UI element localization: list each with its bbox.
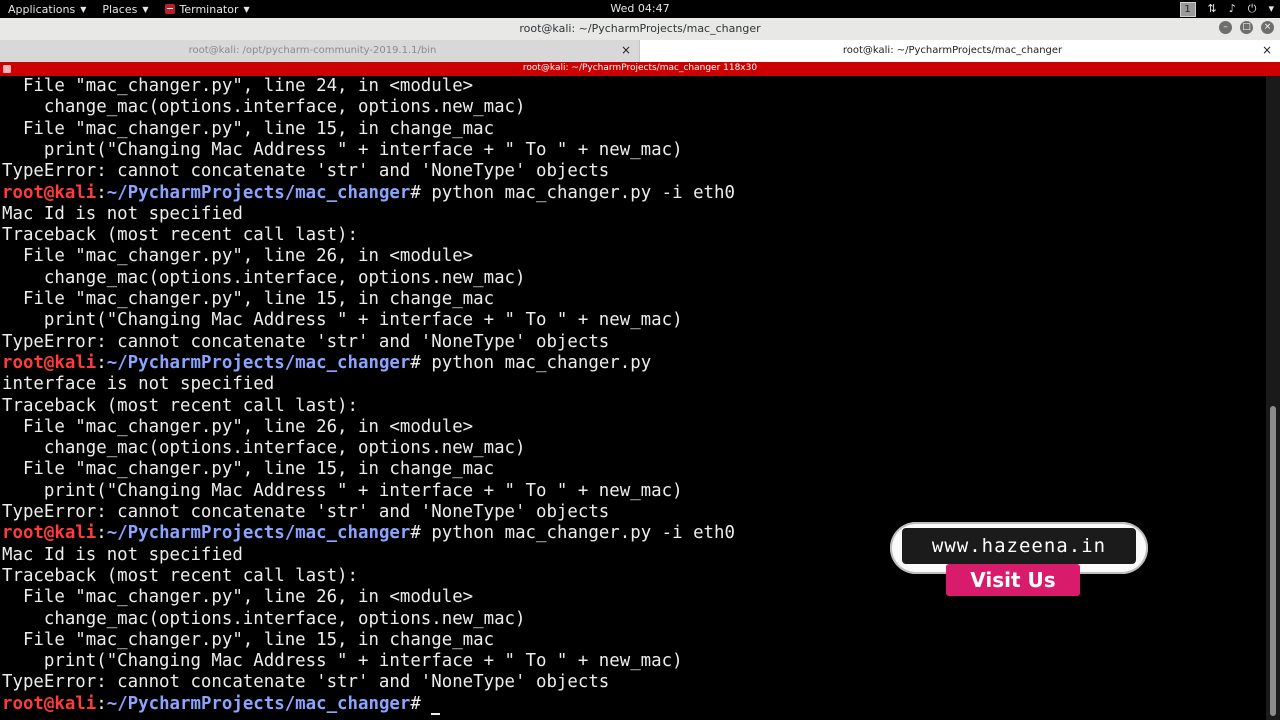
- output-line: print("Changing Mac Address " + interfac…: [2, 480, 683, 501]
- watermark-url: www.hazeena.in: [902, 528, 1136, 564]
- output-line: TypeError: cannot concatenate 'str' and …: [2, 161, 610, 182]
- places-label: Places: [102, 2, 138, 16]
- watermark-cta: Visit Us: [946, 564, 1080, 596]
- terminal-icon: [164, 4, 175, 14]
- output-line: File "mac_changer.py", line 26, in <modu…: [2, 246, 474, 267]
- tab-bar: root@kali: /opt/pycharm-community-2019.1…: [0, 40, 1280, 62]
- chevron-down-icon[interactable]: ▾: [1268, 0, 1274, 18]
- power-icon[interactable]: ⏻: [1248, 0, 1257, 18]
- prompt-user: root@kali: [2, 352, 97, 373]
- prompt-user: root@kali: [2, 182, 97, 203]
- terminal-title-strip[interactable]: root@kali: ~/PycharmProjects/mac_changer…: [0, 62, 1280, 76]
- volume-icon[interactable]: ♪: [1229, 0, 1236, 18]
- tab-label: root@kali: /opt/pycharm-community-2019.1…: [188, 45, 437, 56]
- prompt-hash: #: [410, 693, 421, 714]
- output-line: File "mac_changer.py", line 15, in chang…: [2, 118, 495, 139]
- output-line: print("Changing Mac Address " + interfac…: [2, 310, 683, 331]
- terminal-scrollbar[interactable]: [1266, 76, 1280, 720]
- prompt-path: ~/PycharmProjects/mac_changer: [106, 693, 411, 714]
- applications-menu[interactable]: Applications ▼: [0, 0, 94, 18]
- prompt-colon: :: [96, 693, 107, 714]
- output-line: Mac Id is not specified: [2, 203, 243, 224]
- prompt-path: ~/PycharmProjects/mac_changer: [106, 523, 411, 544]
- terminator-label: Terminator: [179, 2, 239, 16]
- output-line: File "mac_changer.py", line 15, in chang…: [2, 289, 495, 309]
- output-line: Mac Id is not specified: [2, 544, 243, 565]
- scrollbar-thumb[interactable]: [1270, 406, 1276, 716]
- prompt-user: root@kali: [2, 523, 97, 544]
- output-line: File "mac_changer.py", line 26, in <modu…: [2, 416, 474, 437]
- output-line: File "mac_changer.py", line 15, in chang…: [2, 459, 495, 480]
- prompt-line: root@kali:~/PycharmProjects/mac_changer#…: [2, 353, 651, 374]
- window-titlebar[interactable]: root@kali: ~/PycharmProjects/mac_changer…: [0, 18, 1280, 40]
- output-line: File "mac_changer.py", line 24, in <modu…: [2, 76, 474, 96]
- places-menu[interactable]: Places ▼: [94, 0, 156, 18]
- maximize-button[interactable]: □: [1240, 21, 1253, 34]
- prompt-line: root@kali:~/PycharmProjects/mac_changer#…: [2, 523, 735, 544]
- window-title: root@kali: ~/PycharmProjects/mac_changer: [519, 22, 761, 35]
- terminal-title: root@kali: ~/PycharmProjects/mac_changer…: [522, 63, 758, 73]
- output-line: Traceback (most recent call last):: [2, 565, 358, 586]
- prompt-line: root@kali:~/PycharmProjects/mac_changer#: [2, 693, 441, 715]
- prompt-path: ~/PycharmProjects/mac_changer: [106, 352, 411, 373]
- terminator-menu[interactable]: Terminator ▼: [157, 0, 258, 18]
- applications-label: Applications: [8, 2, 76, 16]
- prompt-colon: :: [96, 523, 107, 544]
- prompt-path: ~/PycharmProjects/mac_changer: [106, 182, 411, 203]
- network-icon[interactable]: ⇅: [1208, 0, 1217, 18]
- output-line: Traceback (most recent call last):: [2, 395, 358, 416]
- tab-mac-changer[interactable]: root@kali: ~/PycharmProjects/mac_changer…: [640, 40, 1280, 62]
- output-line: print("Changing Mac Address " + interfac…: [2, 651, 683, 672]
- output-line: interface is not specified: [2, 374, 275, 395]
- tab-pycharm-bin[interactable]: root@kali: /opt/pycharm-community-2019.1…: [0, 40, 640, 62]
- output-line: Traceback (most recent call last):: [2, 225, 358, 246]
- output-line: change_mac(options.interface, options.ne…: [2, 267, 526, 288]
- minimize-button[interactable]: –: [1219, 21, 1232, 34]
- output-line: TypeError: cannot concatenate 'str' and …: [2, 331, 610, 352]
- tab-close-icon[interactable]: ×: [1262, 43, 1272, 57]
- prompt-hash: #: [410, 523, 421, 544]
- caret-down-icon: ▼: [243, 4, 250, 14]
- output-line: File "mac_changer.py", line 15, in chang…: [2, 629, 495, 650]
- prompt-command: [421, 694, 431, 714]
- prompt-line: root@kali:~/PycharmProjects/mac_changer#…: [2, 183, 735, 204]
- prompt-user: root@kali: [2, 693, 97, 714]
- output-line: File "mac_changer.py", line 26, in <modu…: [2, 587, 474, 608]
- tab-label: root@kali: ~/PycharmProjects/mac_changer: [842, 45, 1063, 56]
- output-line: TypeError: cannot concatenate 'str' and …: [2, 502, 610, 522]
- output-line: change_mac(options.interface, options.ne…: [2, 438, 526, 459]
- watermark-badge: www.hazeena.in Visit Us: [890, 522, 1150, 600]
- tab-close-icon[interactable]: ×: [621, 43, 631, 57]
- caret-down-icon: ▼: [80, 4, 87, 14]
- window-controls: – □ ×: [1219, 21, 1274, 34]
- prompt-colon: :: [96, 182, 107, 203]
- output-line: change_mac(options.interface, options.ne…: [2, 608, 526, 629]
- top-panel: Applications ▼ Places ▼ Terminator ▼ Wed…: [0, 0, 1280, 18]
- workspace-indicator[interactable]: 1: [1179, 1, 1196, 17]
- prompt-command: python mac_changer.py: [420, 352, 652, 373]
- output-line: print("Changing Mac Address " + interfac…: [2, 139, 683, 160]
- output-line: change_mac(options.interface, options.ne…: [2, 97, 526, 118]
- prompt-hash: #: [410, 352, 421, 373]
- terminal-output[interactable]: File "mac_changer.py", line 24, in <modu…: [0, 76, 1266, 720]
- prompt-colon: :: [96, 352, 107, 373]
- system-tray: 1 ⇅ ♪ ⏻ ▾: [1179, 0, 1274, 18]
- prompt-command: python mac_changer.py -i eth0: [420, 182, 735, 203]
- caret-down-icon: ▼: [142, 4, 149, 14]
- prompt-command: python mac_changer.py -i eth0: [420, 523, 735, 544]
- close-button[interactable]: ×: [1261, 21, 1274, 34]
- output-line: TypeError: cannot concatenate 'str' and …: [2, 672, 610, 693]
- text-cursor: [431, 712, 441, 715]
- prompt-hash: #: [410, 182, 421, 203]
